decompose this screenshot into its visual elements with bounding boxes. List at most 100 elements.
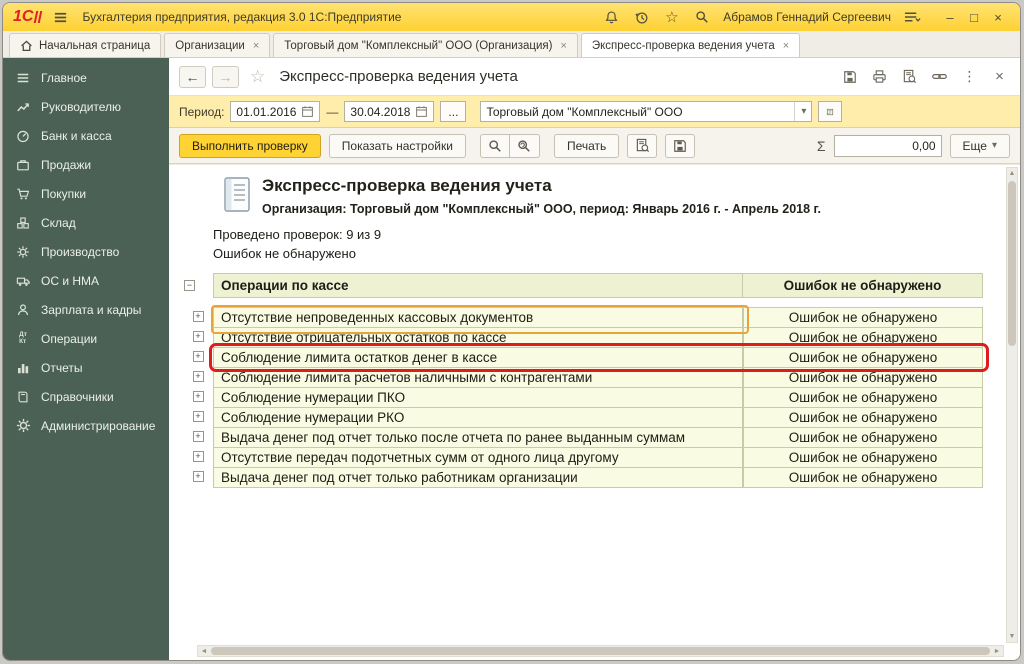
tab-organizations[interactable]: Организации× xyxy=(164,33,270,57)
favorites-star-icon[interactable]: ☆ xyxy=(663,9,680,26)
check-name-cell[interactable]: Отсутствие непроведенных кассовых докуме… xyxy=(213,307,743,328)
minimize-button[interactable]: – xyxy=(940,8,960,26)
report-row[interactable]: + Отсутствие непроведенных кассовых докум… xyxy=(183,307,983,328)
expand-toggle[interactable]: + xyxy=(193,391,204,402)
report-row[interactable]: + Выдача денег под отчет только после отч… xyxy=(183,427,983,448)
organization-combo[interactable]: Торговый дом "Комплексный" ООО ▾ xyxy=(480,101,812,122)
date-from-input[interactable]: 01.01.2016 xyxy=(230,101,320,122)
preview-icon-button[interactable] xyxy=(901,68,918,85)
vertical-scroll-thumb[interactable] xyxy=(1008,181,1016,346)
expand-toggle[interactable]: + xyxy=(193,371,204,382)
calendar-icon[interactable] xyxy=(301,105,314,118)
sidebar-item-sales[interactable]: Продажи xyxy=(3,150,169,179)
report-row-highlighted[interactable]: + Соблюдение лимита остатков денег в касс… xyxy=(183,347,983,368)
truck-icon xyxy=(14,273,32,289)
expand-toggle[interactable]: + xyxy=(193,451,204,462)
total-input[interactable]: 0,00 xyxy=(834,135,942,157)
sidebar-item-reports[interactable]: Отчеты xyxy=(3,353,169,382)
link-icon-button[interactable] xyxy=(931,68,948,85)
expand-toggle[interactable]: + xyxy=(193,411,204,422)
more-menu-dots-icon[interactable]: ⋮ xyxy=(961,68,978,85)
print-icon-button[interactable] xyxy=(871,68,888,85)
section-title-cell[interactable]: Операции по кассе xyxy=(213,273,743,298)
sidebar-item-salary-hr[interactable]: Зарплата и кадры xyxy=(3,295,169,324)
check-name-cell[interactable]: Соблюдение лимита расчетов наличными с к… xyxy=(213,367,743,388)
reset-search-button[interactable] xyxy=(510,134,540,158)
favorite-toggle-star-icon[interactable]: ☆ xyxy=(250,67,265,87)
report-row[interactable]: +Соблюдение нумерации РКООшибок не обнар… xyxy=(183,407,983,428)
close-form-button[interactable]: × xyxy=(991,68,1008,85)
collapse-all-toggle[interactable]: − xyxy=(184,280,195,291)
sidebar-item-purchases[interactable]: Покупки xyxy=(3,179,169,208)
expand-toggle[interactable]: + xyxy=(193,471,204,482)
combo-dropdown-icon[interactable]: ▾ xyxy=(794,102,806,121)
sidebar-item-main[interactable]: Главное xyxy=(3,63,169,92)
tab-close-icon[interactable]: × xyxy=(560,40,566,52)
filter-bar: Период: 01.01.2016 — 30.04.2018 ... Тор xyxy=(169,95,1020,128)
table-header-row: − Операции по кассе Ошибок не обнаружено xyxy=(183,273,983,298)
scroll-down-arrow-icon[interactable]: ▼ xyxy=(1007,631,1017,642)
save-report-button[interactable] xyxy=(665,134,695,158)
print-preview-button[interactable] xyxy=(627,134,657,158)
expand-toggle[interactable]: + xyxy=(193,311,204,322)
report-row[interactable]: + Выдача денег под отчет только работника… xyxy=(183,467,983,488)
maximize-button[interactable]: □ xyxy=(964,8,984,26)
sidebar-item-operations[interactable]: ДтКтОперации xyxy=(3,324,169,353)
sidebar-item-warehouse[interactable]: Склад xyxy=(3,208,169,237)
run-check-button[interactable]: Выполнить проверку xyxy=(179,134,321,158)
horizontal-scroll-thumb[interactable] xyxy=(211,647,990,655)
sidebar-item-directories[interactable]: Справочники xyxy=(3,382,169,411)
sidebar-item-manager[interactable]: Руководителю xyxy=(3,92,169,121)
notifications-bell-icon[interactable] xyxy=(603,9,620,26)
print-button[interactable]: Печать xyxy=(554,134,619,158)
check-name-cell[interactable]: Выдача денег под отчет только работникам… xyxy=(213,467,743,488)
user-name[interactable]: Абрамов Геннадий Сергеевич xyxy=(723,10,891,24)
tab-home[interactable]: Начальная страница xyxy=(9,33,161,57)
tab-close-icon[interactable]: × xyxy=(783,40,789,52)
tab-close-icon[interactable]: × xyxy=(253,40,259,52)
calendar-icon[interactable] xyxy=(415,105,428,118)
report-row[interactable]: +Соблюдение нумерации ПКООшибок не обнар… xyxy=(183,387,983,408)
case-icon xyxy=(14,157,32,173)
save-icon-button[interactable] xyxy=(841,68,858,85)
check-name-cell[interactable]: Выдача денег под отчет только после отче… xyxy=(213,427,743,448)
report-row[interactable]: + Отсутствие отрицательных остатков по ка… xyxy=(183,327,983,348)
main-menu-icon[interactable] xyxy=(53,10,68,25)
check-name-cell[interactable]: Соблюдение лимита остатков денег в кассе xyxy=(213,347,743,368)
report-row[interactable]: + Соблюдение лимита расчетов наличными с … xyxy=(183,367,983,388)
close-window-button[interactable]: × xyxy=(988,8,1008,26)
check-name-cell[interactable]: Отсутствие передач подотчетных сумм от о… xyxy=(213,447,743,468)
sidebar-item-production[interactable]: Производство xyxy=(3,237,169,266)
history-icon[interactable] xyxy=(633,9,650,26)
find-button[interactable] xyxy=(480,134,510,158)
expand-toggle[interactable]: + xyxy=(193,431,204,442)
more-button[interactable]: Еще ▾ xyxy=(950,134,1010,158)
expand-toggle[interactable]: + xyxy=(193,351,204,362)
show-settings-button[interactable]: Показать настройки xyxy=(329,134,466,158)
period-options-button[interactable]: ... xyxy=(440,101,466,122)
organization-open-button[interactable] xyxy=(818,101,842,122)
back-button[interactable]: ← xyxy=(179,66,206,88)
sidebar-item-label: Отчеты xyxy=(41,361,82,375)
report-row[interactable]: + Отсутствие передач подотчетных сумм от … xyxy=(183,447,983,468)
search-icon[interactable] xyxy=(693,9,710,26)
date-to-input[interactable]: 30.04.2018 xyxy=(344,101,434,122)
app-window: 1С Бухгалтерия предприятия, редакция 3.0… xyxy=(2,2,1021,661)
sidebar-item-os-nma[interactable]: ОС и НМА xyxy=(3,266,169,295)
forward-button[interactable]: → xyxy=(212,66,239,88)
magnifier-refresh-icon xyxy=(517,139,531,153)
scroll-up-arrow-icon[interactable]: ▲ xyxy=(1007,168,1017,179)
scroll-right-arrow-icon[interactable]: ► xyxy=(991,646,1003,656)
sidebar-item-administration[interactable]: Администрирование xyxy=(3,411,169,440)
tab-express-check[interactable]: Экспресс-проверка ведения учета× xyxy=(581,33,800,57)
expand-toggle[interactable]: + xyxy=(193,331,204,342)
tab-trade-house-org[interactable]: Торговый дом "Комплексный" ООО (Организа… xyxy=(273,33,578,57)
service-settings-icon[interactable] xyxy=(904,9,921,26)
check-name-cell[interactable]: Соблюдение нумерации РКО xyxy=(213,407,743,428)
scroll-left-arrow-icon[interactable]: ◄ xyxy=(198,646,210,656)
check-name-cell[interactable]: Отсутствие отрицательных остатков по кас… xyxy=(213,327,743,348)
horizontal-scrollbar[interactable]: ◄ ► xyxy=(197,645,1004,657)
sidebar-item-bank-cash[interactable]: Банк и касса xyxy=(3,121,169,150)
vertical-scrollbar[interactable]: ▲ ▼ xyxy=(1006,167,1018,643)
check-name-cell[interactable]: Соблюдение нумерации ПКО xyxy=(213,387,743,408)
